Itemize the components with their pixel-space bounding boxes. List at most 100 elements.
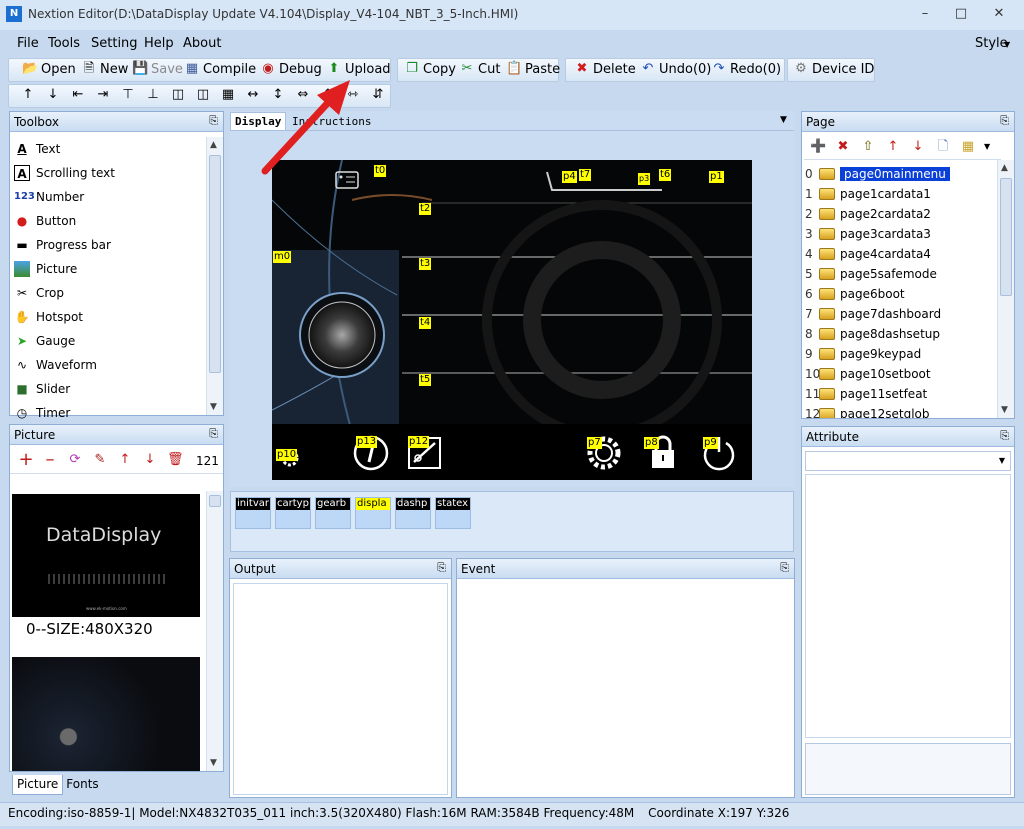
label-p8[interactable]: p8 [644,437,659,449]
page-item[interactable]: 2 page2cardata2 [802,204,994,224]
close-button[interactable]: ✕ [982,4,1016,24]
center-vertical-icon[interactable]: ◫ [195,87,211,103]
add-page-icon[interactable]: ➕ [810,139,826,155]
menu-tools[interactable]: Tools [48,36,80,51]
page-item[interactable]: 7 page7dashboard [802,304,994,324]
menu-file[interactable]: File [17,36,39,51]
chevron-down-icon[interactable]: ▼ [984,142,990,151]
timer-displa[interactable]: displa [355,497,391,529]
tool-slider[interactable]: ■ Slider [10,377,206,401]
undo-button[interactable]: ↶ Undo(0) [640,60,712,78]
save-button[interactable]: 💾 Save [132,60,183,78]
new-button[interactable]: 🗎 New [81,60,129,78]
spacing-v-icon[interactable]: ⇵ [370,87,386,103]
timer-dashp[interactable]: dashp [395,497,431,529]
timer-cartyp[interactable]: cartyp [275,497,311,529]
label-t6[interactable]: t6 [659,169,672,181]
event-editor[interactable] [459,583,792,795]
label-p4[interactable]: p4 [562,171,577,183]
label-p7[interactable]: p7 [587,437,602,449]
tool-gauge[interactable]: ➤ Gauge [10,329,206,353]
page-item[interactable]: 0 page0mainmenu [802,164,994,184]
chevron-down-icon[interactable]: ▼ [1004,40,1010,49]
picture-thumb-1[interactable] [12,657,200,771]
compile-button[interactable]: ▦ Compile [184,60,256,78]
tab-picture[interactable]: Picture [12,775,64,795]
timer-initvar[interactable]: initvar [235,497,271,529]
label-p3[interactable]: p3 [638,173,651,185]
toolbox-scrollbar[interactable]: ▲ ▼ [206,137,223,415]
timer-gearb[interactable]: gearb [315,497,351,529]
label-p12[interactable]: p12 [408,436,430,448]
add-icon[interactable]: + [18,451,34,469]
page-item[interactable]: 9 page9keypad [802,344,994,364]
page-item[interactable]: 4 page4cardata4 [802,244,994,264]
move-down-icon[interactable]: ↓ [142,452,158,468]
insert-page-icon[interactable]: ⇧ [860,139,876,155]
label-p9[interactable]: p9 [703,437,718,449]
timer-statex[interactable]: statex [435,497,471,529]
maximize-button[interactable]: □ [944,4,978,24]
align-bottom-icon[interactable]: ⊥ [145,87,161,103]
device-id-button[interactable]: ⚙ Device ID [793,60,874,78]
align-right-icon[interactable]: ⇥ [95,87,111,103]
paste-button[interactable]: 📋 Paste [506,60,560,78]
tab-fonts[interactable]: Fonts [63,775,101,795]
cut-button[interactable]: ✂ Cut [459,60,501,78]
dropdown-arrow-icon[interactable]: ▼ [780,115,787,125]
page-item[interactable]: 1 page1cardata1 [802,184,994,204]
label-t4[interactable]: t4 [419,317,432,329]
tool-hotspot[interactable]: ✋ Hotspot [10,305,206,329]
label-t2[interactable]: t2 [419,203,432,215]
label-p1[interactable]: p1 [709,171,724,183]
picture-scrollbar[interactable]: ▲ ▼ [206,491,223,771]
label-p13[interactable]: p13 [356,436,378,448]
label-t7[interactable]: t7 [579,169,592,181]
tool-text[interactable]: A Text [10,137,206,161]
trash-icon[interactable]: 🗑 [167,452,184,468]
output-textarea[interactable] [233,583,448,795]
page-item[interactable]: 5 page5safemode [802,264,994,284]
center-horizontal-icon[interactable]: ◫ [170,87,186,103]
hmi-screen[interactable]: t0 p4 t7 p3 t6 p1 t2 m0 t3 t4 t5 p10 p13… [272,160,752,480]
pin-icon[interactable]: ⎘ [209,114,218,128]
attribute-select[interactable]: ▼ [805,451,1011,471]
label-m0[interactable]: m0 [273,251,292,263]
redo-button[interactable]: ↷ Redo(0) [711,60,782,78]
pin-icon[interactable]: ⎘ [209,427,218,441]
move-down-icon[interactable]: ↓ [45,87,61,103]
remove-icon[interactable]: – [42,451,58,469]
label-t3[interactable]: t3 [419,258,432,270]
label-t5[interactable]: t5 [419,374,432,386]
tool-picture[interactable]: Picture [10,257,206,281]
page-scrollbar[interactable]: ▲ ▼ [997,160,1014,418]
page-item[interactable]: 3 page3cardata3 [802,224,994,244]
move-down-icon[interactable]: ↓ [910,139,926,155]
align-left-icon[interactable]: ⇤ [70,87,86,103]
edit-icon[interactable]: ✎ [92,452,108,468]
tool-progress-bar[interactable]: ▬ Progress bar [10,233,206,257]
import-page-icon[interactable]: ▦ [960,139,976,155]
pin-icon[interactable]: ⎘ [437,561,446,575]
page-item[interactable]: 12 page12setglob [802,404,994,418]
menu-help[interactable]: Help [144,36,174,51]
move-up-icon[interactable]: ↑ [885,139,901,155]
copy-page-icon[interactable]: 🗋 [935,139,951,155]
label-t0[interactable]: t0 [374,165,387,177]
move-up-icon[interactable]: ↑ [117,452,133,468]
picture-thumb-0[interactable]: DataDisplay www.ek-motion.com [12,494,200,617]
align-top-icon[interactable]: ⊤ [120,87,136,103]
menu-setting[interactable]: Setting [91,36,138,51]
delete-button[interactable]: ✖ Delete [574,60,636,78]
open-button[interactable]: 📂 Open [22,60,76,78]
page-item[interactable]: 10 page10setboot [802,364,994,384]
tool-crop[interactable]: ✂ Crop [10,281,206,305]
attribute-grid[interactable] [805,474,1011,738]
tool-button[interactable]: ● Button [10,209,206,233]
replace-icon[interactable]: ⟳ [67,452,83,468]
page-item[interactable]: 6 page6boot [802,284,994,304]
menu-style[interactable]: Style [975,36,1008,51]
delete-page-icon[interactable]: ✖ [835,139,851,155]
center-both-icon[interactable]: ▦ [220,87,236,103]
tool-timer[interactable]: ◷ Timer [10,401,206,425]
